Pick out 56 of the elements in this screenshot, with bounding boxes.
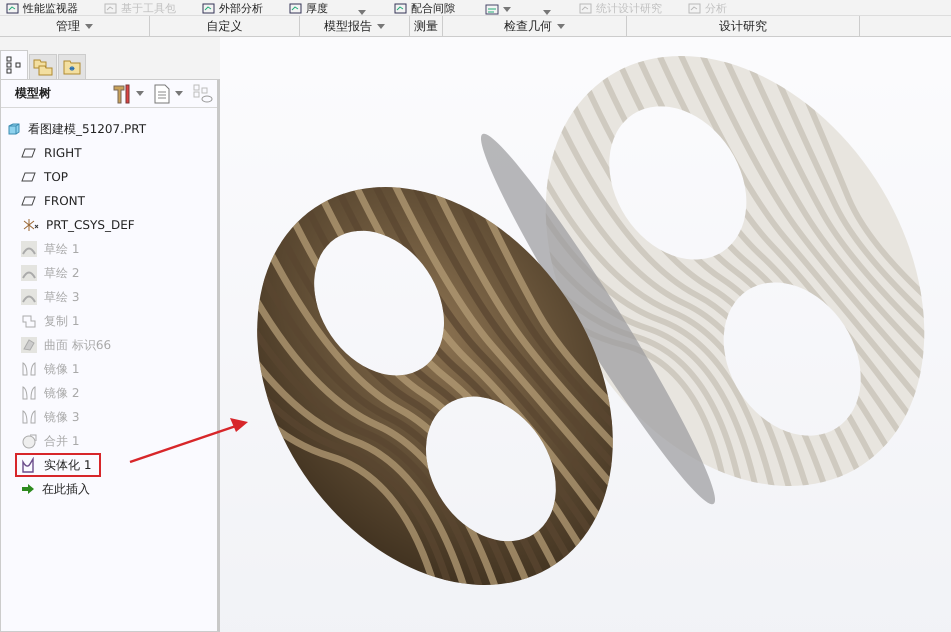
dropdown-caret-icon[interactable] — [358, 10, 366, 15]
folder-icon — [63, 59, 81, 75]
tool-icon — [289, 3, 302, 14]
tree-item[interactable]: 实体化 1 — [15, 453, 102, 477]
tree-root-item[interactable]: 看图建模_51207.PRT — [7, 117, 146, 141]
dropdown-caret-icon[interactable] — [136, 91, 144, 96]
mirror-icon — [21, 385, 37, 401]
ribbon-group-label: 测量 — [410, 16, 443, 36]
merge-icon — [21, 433, 37, 449]
toolbar-button[interactable]: 配合间隙 — [388, 2, 461, 15]
arrow-icon — [21, 483, 35, 495]
toolbar-button[interactable]: 性能监视器 — [0, 2, 84, 15]
plane-icon — [21, 195, 37, 207]
tool-icon — [6, 3, 19, 14]
tool-icon — [104, 3, 117, 14]
sketch-icon — [21, 241, 37, 257]
panel-tab[interactable] — [0, 50, 28, 79]
dropdown-caret-icon[interactable] — [557, 24, 565, 28]
tree-icon — [6, 56, 22, 74]
tree-item[interactable]: PRT_CSYS_DEF — [21, 213, 141, 237]
sketch-icon — [21, 289, 37, 305]
tree-item[interactable]: TOP — [21, 165, 74, 189]
copy-icon — [21, 313, 37, 329]
dropdown-caret-icon[interactable] — [377, 24, 385, 28]
mirror-icon — [21, 409, 37, 425]
toolbar-button[interactable]: 厚度 — [283, 2, 334, 15]
cube-icon — [7, 122, 21, 136]
tool-icon — [394, 3, 407, 14]
tool-icon — [202, 3, 215, 14]
ribbon-group-label[interactable]: 管理 — [0, 16, 150, 36]
tree-item[interactable]: FRONT — [21, 189, 91, 213]
plane-icon — [21, 171, 37, 183]
ribbon-group-label[interactable]: 检查几何 — [443, 16, 627, 36]
plane-icon — [21, 147, 37, 159]
tool-icon — [579, 3, 592, 14]
tool-icon[interactable] — [485, 4, 499, 15]
surface-icon — [21, 337, 37, 353]
dropdown-caret-icon[interactable] — [543, 10, 551, 15]
toolbar-button[interactable]: 外部分析 — [196, 2, 269, 15]
panel-title: 模型树 — [15, 85, 52, 102]
document-list-icon[interactable] — [154, 84, 170, 104]
hide-icon[interactable] — [193, 84, 213, 104]
mirror-icon — [21, 361, 37, 377]
ribbon-group-label: 自定义 — [150, 16, 300, 36]
tree-item[interactable]: RIGHT — [21, 141, 88, 165]
ribbon-group-label: 设计研究 — [627, 16, 860, 36]
tools-icon[interactable] — [113, 84, 131, 104]
dropdown-caret-icon[interactable] — [503, 7, 511, 12]
tree-item[interactable]: 在此插入 — [21, 477, 96, 501]
dropdown-caret-icon[interactable] — [175, 91, 183, 96]
ribbon-group-label[interactable]: 模型报告 — [300, 16, 410, 36]
sketch-icon — [21, 265, 37, 281]
coordinate-system-icon — [21, 217, 39, 233]
tool-icon — [688, 3, 701, 14]
dropdown-caret-icon[interactable] — [85, 24, 93, 28]
folders-icon — [33, 58, 53, 76]
